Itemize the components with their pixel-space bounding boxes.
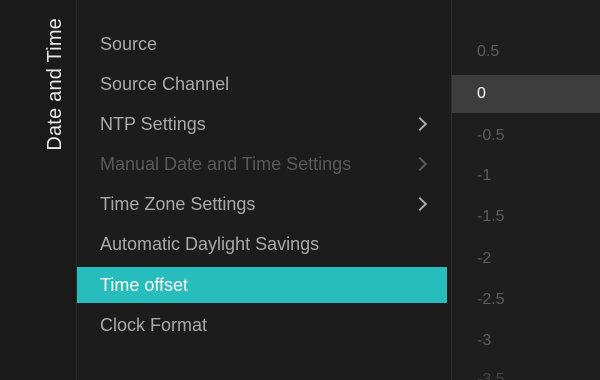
menu-item-label: Time Zone Settings: [100, 193, 256, 214]
value-option[interactable]: -2: [452, 240, 600, 278]
value-option[interactable]: -3.5: [452, 361, 600, 380]
value-option[interactable]: -1: [452, 157, 600, 195]
settings-menu: Source Source Channel NTP Settings Manua…: [77, 0, 447, 380]
category-rail: Date and Time: [0, 0, 77, 380]
menu-item-source[interactable]: Source: [77, 26, 447, 62]
menu-item-ntp-settings[interactable]: NTP Settings: [77, 106, 447, 142]
value-option[interactable]: -2.5: [452, 281, 600, 319]
value-option[interactable]: 0.5: [452, 33, 600, 71]
menu-item-manual-date-time-settings: Manual Date and Time Settings: [77, 146, 447, 182]
chevron-right-icon: [412, 196, 428, 212]
menu-item-label: NTP Settings: [100, 113, 206, 134]
menu-item-clock-format[interactable]: Clock Format: [77, 307, 447, 343]
menu-item-label: Source: [100, 33, 158, 54]
menu-item-label: Time offset: [100, 274, 189, 295]
menu-item-label: Source Channel: [100, 73, 230, 94]
value-picker[interactable]: 0.5 0 -0.5 -1 -1.5 -2 -2.5 -3 -3.5: [452, 0, 600, 380]
menu-item-label: Manual Date and Time Settings: [100, 153, 352, 174]
value-option-selected[interactable]: 0: [452, 75, 600, 113]
value-option[interactable]: -3: [452, 322, 600, 360]
value-option[interactable]: -0.5: [452, 117, 600, 155]
chevron-right-icon: [412, 116, 428, 132]
menu-item-label: Automatic Daylight Savings: [100, 233, 320, 254]
menu-item-source-channel[interactable]: Source Channel: [77, 66, 447, 102]
menu-item-time-zone-settings[interactable]: Time Zone Settings: [77, 186, 447, 222]
menu-item-automatic-daylight-savings[interactable]: Automatic Daylight Savings: [77, 226, 447, 262]
value-option[interactable]: -1.5: [452, 198, 600, 236]
category-title: Date and Time: [44, 18, 66, 151]
menu-item-time-offset[interactable]: Time offset: [77, 267, 447, 303]
chevron-right-icon: [412, 156, 428, 172]
menu-item-label: Clock Format: [100, 314, 208, 335]
